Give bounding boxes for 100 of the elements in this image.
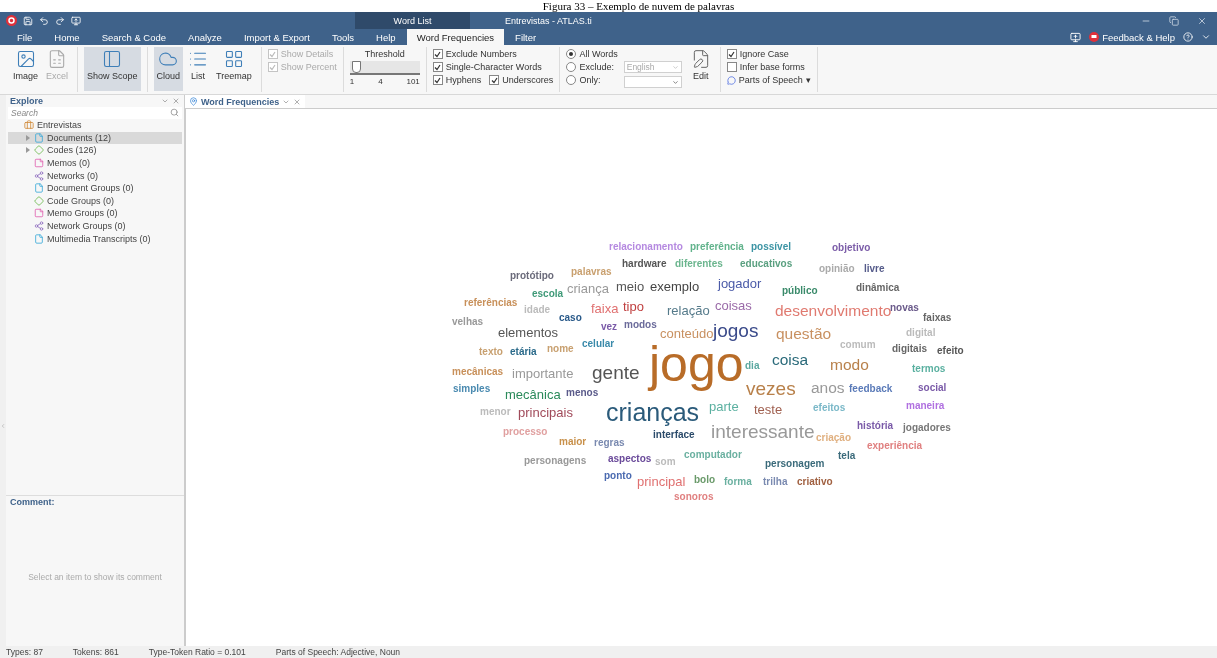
checkbox[interactable]: Exclude Numbers [432, 49, 554, 59]
cloud-word: interessante [711, 421, 815, 441]
cloud-word: dia [745, 361, 760, 371]
menu-tab[interactable]: Help [365, 30, 407, 45]
tree-item[interactable]: Memos (0) [8, 156, 182, 170]
status-text: Types: 87 [6, 647, 43, 657]
status-text: Parts of Speech: Adjective, Noun [275, 647, 401, 657]
close-icon[interactable] [1197, 15, 1207, 26]
pane-menu-icon[interactable] [161, 97, 169, 105]
cloud-word: efeito [937, 346, 964, 356]
cloud-word: modos [624, 320, 657, 330]
save-icon[interactable] [23, 15, 33, 26]
view-button[interactable]: Cloud [153, 47, 184, 91]
feedback-help-button[interactable]: Feedback & Help [1089, 31, 1175, 43]
cloud-word: nome [547, 344, 574, 354]
help-icon[interactable] [1183, 32, 1193, 42]
slider-thumb[interactable] [351, 61, 361, 73]
checkbox[interactable]: Single-Character Words [432, 62, 554, 72]
view-button[interactable]: List [185, 47, 212, 91]
tree-item[interactable]: Memo Groups (0) [8, 207, 182, 220]
edit-button[interactable]: Edit [687, 47, 714, 91]
tree-item[interactable]: Codes (126) [8, 144, 182, 157]
cloud-word: preferência [690, 242, 744, 252]
threshold-slider[interactable] [349, 61, 420, 75]
menu-tab[interactable]: Search & Code [90, 30, 178, 45]
undo-icon[interactable] [39, 15, 49, 26]
restore-icon[interactable] [1169, 15, 1179, 26]
status-text: Tokens: 861 [72, 647, 119, 657]
pin-icon [189, 97, 198, 106]
menu-tab[interactable]: Import & Export [232, 30, 321, 45]
cloud-word: coisas [715, 298, 752, 312]
panel-icon [102, 49, 123, 69]
tree-item[interactable]: Network Groups (0) [8, 219, 182, 233]
menu-tab[interactable]: Home [43, 30, 91, 45]
tree-item[interactable]: Documents (12) [8, 131, 182, 145]
cloud-word: personagem [765, 459, 825, 469]
cloud-word: experiência [867, 441, 923, 451]
cloud-word: tela [838, 451, 856, 461]
cloud-word: vezes [746, 378, 796, 398]
cloud-word: crianças [606, 399, 700, 425]
radio-button[interactable]: All Words [566, 49, 618, 59]
cloud-word: digital [906, 328, 936, 338]
menu-tab[interactable]: Analyze [177, 30, 233, 45]
cloud-word: vez [601, 322, 618, 332]
menu-tab[interactable]: Tools [320, 30, 366, 45]
search-field[interactable]: Search [8, 107, 182, 119]
checkbox[interactable]: Infer base forms [726, 62, 811, 72]
cloud-word: jogadores [903, 423, 951, 433]
treemap-icon [223, 49, 244, 69]
cloud-word: menos [566, 388, 599, 398]
radio-button[interactable]: Exclude: [566, 62, 618, 72]
cloud-word: modo [830, 357, 869, 373]
search-icon[interactable] [170, 108, 179, 117]
view-button[interactable]: Treemap [213, 47, 255, 91]
document-tab[interactable]: Word Frequencies [185, 95, 306, 108]
cloud-word: velhas [452, 317, 484, 327]
menu-tab[interactable]: File [6, 30, 44, 45]
cloud-word: desenvolvimento [775, 303, 892, 319]
checkbox[interactable]: Hyphens [432, 75, 482, 85]
ribbon-button[interactable]: Image [10, 47, 41, 91]
cloud-word: mecânica [505, 387, 561, 401]
close-icon[interactable] [293, 97, 302, 106]
tree-item[interactable]: Networks (0) [8, 169, 182, 182]
menu-tab[interactable]: Filter [504, 30, 548, 45]
checkbox[interactable]: Ignore Case [726, 49, 811, 59]
tree-item[interactable]: Document Groups (0) [8, 181, 182, 195]
cloud-word: forma [724, 477, 752, 487]
cloud-word: efeitos [813, 403, 846, 413]
cloud-word: interface [653, 430, 695, 440]
tree-item[interactable]: Code Groups (0) [8, 194, 182, 208]
cloud-word: possível [751, 242, 792, 252]
cloud-word: computador [684, 450, 742, 460]
cloud-word: anos [811, 380, 845, 396]
close-icon[interactable] [172, 97, 180, 105]
cloud-word: opinião [819, 264, 855, 274]
tree-item[interactable]: Entrevistas [8, 119, 182, 132]
cloud-word: som [655, 457, 676, 467]
cloud-word: conteúdo [660, 326, 714, 340]
cloud-word: gente [592, 362, 640, 382]
cloud-word: feedback [849, 384, 893, 394]
cloud-word: relação [667, 303, 710, 317]
radio-button[interactable]: Only: [566, 75, 618, 85]
cloud-word: parte [709, 399, 739, 413]
redo-icon[interactable] [55, 15, 65, 26]
tree-item[interactable]: Multimedia Transcripts (0) [8, 232, 182, 245]
cloud-word: jogador [718, 276, 762, 290]
cloud-word: social [918, 383, 947, 393]
window-icon[interactable] [71, 15, 81, 26]
cloud-word: caso [559, 313, 582, 323]
checkbox[interactable]: Underscores [489, 75, 554, 85]
parts-of-speech-button[interactable]: Parts of Speech ▾ [726, 75, 811, 85]
show-scope-button[interactable]: Show Scope [84, 47, 141, 91]
presentation-icon[interactable] [1070, 31, 1082, 43]
menu-tab[interactable]: Word Frequencies [406, 29, 505, 45]
cloud-word: referências [464, 298, 518, 308]
chevron-down-icon[interactable] [1201, 32, 1211, 42]
speech-bubble-icon [726, 75, 736, 85]
cloud-word: criança [567, 281, 609, 295]
cloud-word: sonoros [674, 492, 714, 502]
cloud-word: hardware [622, 259, 667, 269]
